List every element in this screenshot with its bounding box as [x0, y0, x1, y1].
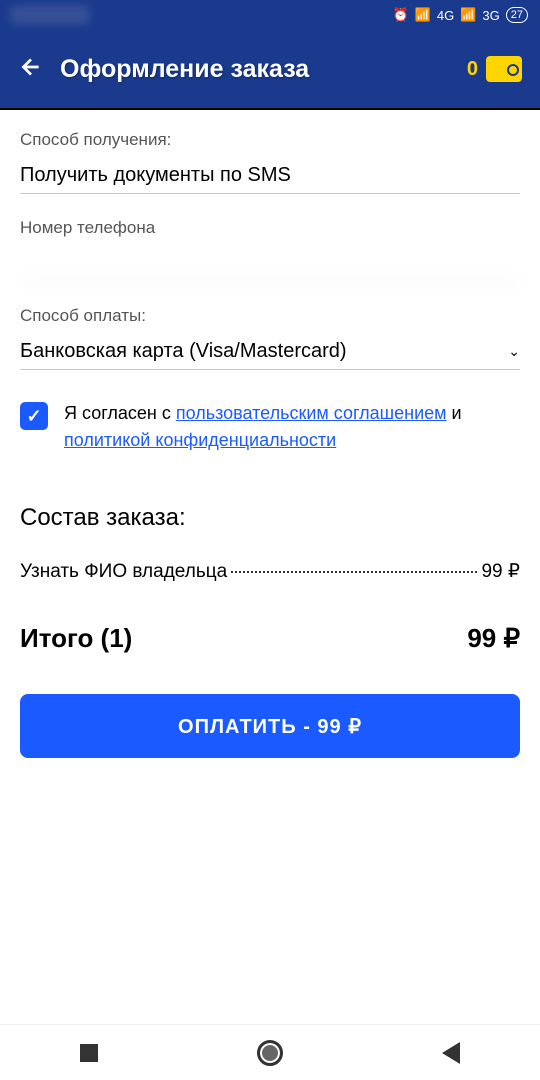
payment-select[interactable]: Банковская карта (Visa/Mastercard) ⌄: [20, 334, 520, 370]
chevron-down-icon: ⌄: [508, 343, 520, 360]
order-item-price: 99 ₽: [481, 560, 520, 583]
total-row: Итого (1) 99 ₽: [20, 623, 520, 654]
status-blur: [10, 5, 90, 25]
phone-label: Номер телефона: [20, 218, 520, 238]
back-button[interactable]: [442, 1042, 460, 1064]
payment-value: Банковская карта (Visa/Mastercard): [20, 340, 347, 363]
pay-button[interactable]: ОПЛАТИТЬ - 99 ₽: [20, 694, 520, 758]
app-header: Оформление заказа 0: [0, 30, 540, 110]
order-item: Узнать ФИО владельца 99 ₽: [20, 560, 520, 583]
phone-field: Номер телефона: [20, 218, 520, 282]
home-button[interactable]: [257, 1040, 283, 1066]
page-title: Оформление заказа: [60, 55, 451, 84]
consent-checkbox[interactable]: ✓: [20, 402, 48, 430]
consent-text: Я согласен с пользовательским соглашение…: [64, 400, 520, 454]
total-price: 99 ₽: [467, 623, 520, 654]
status-bar: ⏰ 📶 4G 📶 3G 27: [0, 0, 540, 30]
form-content: Способ получения: Получить документы по …: [0, 110, 540, 778]
phone-input[interactable]: [20, 246, 520, 282]
recent-apps-button[interactable]: [80, 1044, 98, 1062]
consent-row: ✓ Я согласен с пользовательским соглашен…: [20, 400, 520, 454]
wallet[interactable]: 0: [467, 56, 522, 82]
network-1: 4G: [437, 8, 454, 23]
wallet-icon: [486, 56, 522, 82]
order-section-title: Состав заказа:: [20, 504, 520, 532]
network-2: 3G: [482, 8, 499, 23]
alarm-icon: ⏰: [393, 7, 409, 23]
order-item-name: Узнать ФИО владельца: [20, 561, 227, 583]
signal-icon-2: 📶: [460, 7, 476, 23]
delivery-value[interactable]: Получить документы по SMS: [20, 158, 520, 194]
user-agreement-link[interactable]: пользовательским соглашением: [176, 403, 447, 423]
delivery-label: Способ получения:: [20, 130, 520, 150]
checkmark-icon: ✓: [26, 406, 41, 427]
system-nav-bar: [0, 1024, 540, 1080]
privacy-policy-link[interactable]: политикой конфиденциальности: [64, 430, 336, 450]
payment-field: Способ оплаты: Банковская карта (Visa/Ma…: [20, 306, 520, 370]
back-arrow-icon[interactable]: [18, 54, 44, 85]
payment-label: Способ оплаты:: [20, 306, 520, 326]
total-label: Итого (1): [20, 623, 132, 654]
order-item-dots: [231, 571, 477, 573]
battery-level: 27: [506, 7, 528, 23]
wallet-balance: 0: [467, 58, 478, 81]
signal-icon-1: 📶: [415, 7, 431, 23]
delivery-field: Способ получения: Получить документы по …: [20, 130, 520, 194]
